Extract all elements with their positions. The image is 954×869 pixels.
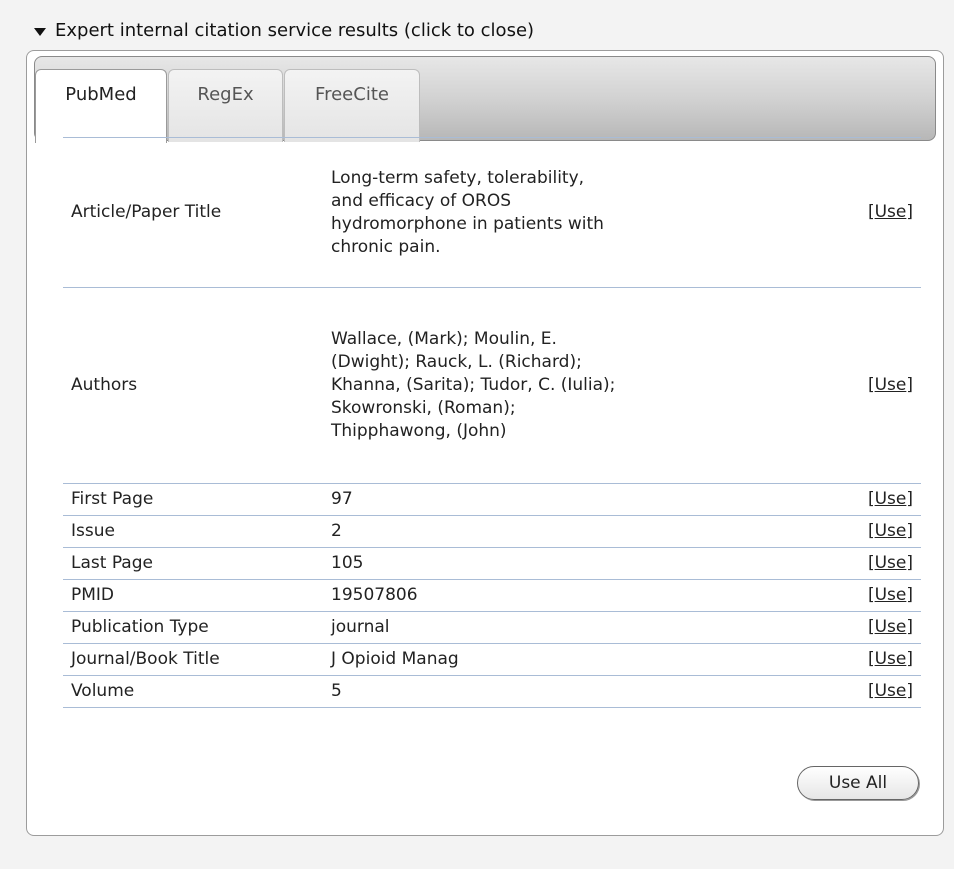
field-label: Publication Type bbox=[63, 611, 323, 644]
use-cell: [Use] bbox=[629, 287, 921, 484]
field-value: 2 bbox=[323, 515, 629, 548]
use-cell: [Use] bbox=[629, 137, 921, 288]
field-value: 19507806 bbox=[323, 579, 629, 612]
tab-pubmed[interactable]: PubMed bbox=[35, 69, 167, 143]
table-row: Authors Wallace, (Mark); Moulin, E. (Dwi… bbox=[63, 287, 921, 484]
use-link-first-page[interactable]: Use bbox=[875, 489, 907, 509]
results-header-title: Expert internal citation service results… bbox=[55, 20, 535, 41]
field-value: 5 bbox=[323, 675, 629, 708]
table-row: Journal/Book Title J Opioid Manag [Use] bbox=[63, 643, 921, 676]
table-row: Last Page 105 [Use] bbox=[63, 547, 921, 580]
use-bracket-close: ] bbox=[906, 649, 913, 669]
use-bracket-close: ] bbox=[906, 617, 913, 637]
use-cell: [Use] bbox=[629, 483, 921, 516]
field-value: Long-term safety, tolerability, and effi… bbox=[323, 137, 629, 288]
use-cell: [Use] bbox=[629, 643, 921, 676]
citation-results-table: Article/Paper Title Long-term safety, to… bbox=[63, 137, 921, 708]
use-link-title[interactable]: Use bbox=[875, 202, 907, 222]
use-cell: [Use] bbox=[629, 611, 921, 644]
use-bracket-open: [ bbox=[867, 375, 875, 395]
use-bracket-close: ] bbox=[906, 681, 913, 701]
table-row: First Page 97 [Use] bbox=[63, 483, 921, 516]
table-row: Article/Paper Title Long-term safety, to… bbox=[63, 137, 921, 288]
use-bracket-close: ] bbox=[906, 521, 913, 541]
use-cell: [Use] bbox=[629, 547, 921, 580]
use-bracket-open: [ bbox=[867, 585, 875, 605]
results-toggle-header[interactable]: Expert internal citation service results… bbox=[34, 20, 534, 41]
use-bracket-open: [ bbox=[867, 521, 875, 541]
results-panel: PubMed RegEx FreeCite Article/Paper Titl… bbox=[26, 50, 944, 836]
field-label: Volume bbox=[63, 675, 323, 708]
use-bracket-open: [ bbox=[867, 649, 875, 669]
field-label: Journal/Book Title bbox=[63, 643, 323, 676]
use-bracket-close: ] bbox=[906, 585, 913, 605]
table-row: Issue 2 [Use] bbox=[63, 515, 921, 548]
use-bracket-open: [ bbox=[867, 617, 875, 637]
use-link-authors[interactable]: Use bbox=[875, 375, 907, 395]
table-row: PMID 19507806 [Use] bbox=[63, 579, 921, 612]
field-value: 97 bbox=[323, 483, 629, 516]
use-all-button[interactable]: Use All bbox=[797, 766, 919, 800]
use-bracket-open: [ bbox=[867, 489, 875, 509]
table-row: Publication Type journal [Use] bbox=[63, 611, 921, 644]
field-label: Article/Paper Title bbox=[63, 137, 323, 288]
tab-freecite[interactable]: FreeCite bbox=[284, 69, 420, 142]
tab-regex[interactable]: RegEx bbox=[168, 69, 283, 142]
use-link-publication-type[interactable]: Use bbox=[875, 617, 907, 637]
field-label: PMID bbox=[63, 579, 323, 612]
use-cell: [Use] bbox=[629, 515, 921, 548]
field-label: First Page bbox=[63, 483, 323, 516]
use-cell: [Use] bbox=[629, 675, 921, 708]
use-bracket-close: ] bbox=[906, 553, 913, 573]
tab-bar: PubMed RegEx FreeCite bbox=[34, 56, 936, 143]
field-value: journal bbox=[323, 611, 629, 644]
field-label: Issue bbox=[63, 515, 323, 548]
field-value: Wallace, (Mark); Moulin, E. (Dwight); Ra… bbox=[323, 287, 629, 484]
use-bracket-open: [ bbox=[867, 553, 875, 573]
use-bracket-open: [ bbox=[867, 681, 875, 701]
use-cell: [Use] bbox=[629, 579, 921, 612]
use-link-pmid[interactable]: Use bbox=[875, 585, 907, 605]
use-bracket-close: ] bbox=[906, 375, 913, 395]
use-link-journal-title[interactable]: Use bbox=[875, 649, 907, 669]
use-link-last-page[interactable]: Use bbox=[875, 553, 907, 573]
field-value: 105 bbox=[323, 547, 629, 580]
use-bracket-close: ] bbox=[906, 202, 913, 222]
field-value: J Opioid Manag bbox=[323, 643, 629, 676]
disclosure-triangle-icon bbox=[34, 27, 46, 36]
field-label: Authors bbox=[63, 287, 323, 484]
use-link-issue[interactable]: Use bbox=[875, 521, 907, 541]
use-link-volume[interactable]: Use bbox=[875, 681, 907, 701]
use-bracket-close: ] bbox=[906, 489, 913, 509]
use-bracket-open: [ bbox=[867, 202, 875, 222]
table-row: Volume 5 [Use] bbox=[63, 675, 921, 708]
field-label: Last Page bbox=[63, 547, 323, 580]
